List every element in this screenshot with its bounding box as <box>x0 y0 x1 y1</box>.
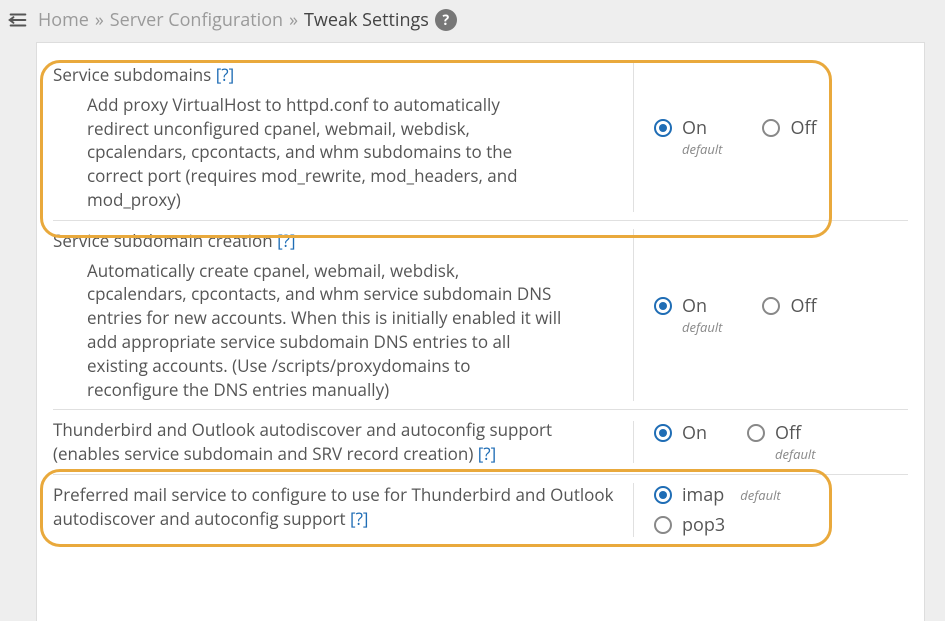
setting-title-text: Service subdomains <box>53 63 211 86</box>
radio-off-label: Off <box>790 116 816 140</box>
radio-on-label: On <box>682 116 707 140</box>
radio-off-label: Off <box>775 421 801 445</box>
option-imap: imap default <box>654 483 781 507</box>
radio-off[interactable] <box>747 424 765 442</box>
radio-on-label: On <box>682 294 707 318</box>
radio-on[interactable] <box>654 119 672 137</box>
top-bar: Home » Server Configuration » Tweak Sett… <box>0 0 945 42</box>
setting-title: Service subdomains [?] <box>53 63 620 87</box>
radio-on[interactable] <box>654 297 672 315</box>
radio-off-label: Off <box>790 294 816 318</box>
setting-row-autodiscover: Thunderbird and Outlook autodiscover and… <box>37 410 924 474</box>
setting-row-service-subdomains: Service subdomains [?] Add proxy Virtual… <box>37 55 924 220</box>
setting-text: Thunderbird and Outlook autodiscover and… <box>53 418 633 466</box>
radio-on-label: On <box>682 421 707 445</box>
setting-text: Preferred mail service to configure to u… <box>53 483 633 537</box>
default-label: default <box>740 486 780 504</box>
setting-row-subdomain-creation: Service subdomain creation [?] Automatic… <box>37 221 924 410</box>
option-off: Off default <box>747 421 815 463</box>
setting-title: Service subdomain creation [?] <box>53 229 620 253</box>
help-link-icon[interactable]: [?] <box>277 229 295 252</box>
help-icon[interactable]: ? <box>435 9 457 31</box>
setting-description: Automatically create cpanel, webmail, we… <box>53 259 563 402</box>
setting-title: Preferred mail service to configure to u… <box>53 483 620 531</box>
help-link-icon[interactable]: [?] <box>350 507 368 530</box>
option-on: On default <box>654 116 722 158</box>
help-link-icon[interactable]: [?] <box>478 442 496 465</box>
on-off-group: On default Off <box>654 294 817 336</box>
setting-text: Service subdomains [?] Add proxy Virtual… <box>53 63 633 212</box>
mail-options: imap default pop3 <box>654 483 781 537</box>
on-off-group: On Off default <box>654 421 816 463</box>
radio-pop3-label: pop3 <box>682 513 725 537</box>
option-pop3: pop3 <box>654 513 781 537</box>
breadcrumb: Home » Server Configuration » Tweak Sett… <box>38 8 457 32</box>
radio-imap-label: imap <box>682 483 724 507</box>
settings-panel: Service subdomains [?] Add proxy Virtual… <box>36 42 925 621</box>
setting-title-text: Service subdomain creation <box>53 229 273 252</box>
option-off: Off <box>762 116 816 140</box>
default-label: default <box>775 445 815 463</box>
setting-text: Service subdomain creation [?] Automatic… <box>53 229 633 402</box>
default-label: default <box>682 318 722 336</box>
setting-controls: On default Off <box>633 229 908 402</box>
breadcrumb-sep-icon: » <box>289 8 298 32</box>
menu-icon[interactable] <box>6 8 30 32</box>
option-on: On <box>654 421 707 445</box>
breadcrumb-sep-icon: » <box>95 8 104 32</box>
help-link-icon[interactable]: [?] <box>216 63 234 86</box>
default-label: default <box>682 140 722 158</box>
setting-title-text: Preferred mail service to configure to u… <box>53 483 614 530</box>
option-on: On default <box>654 294 722 336</box>
breadcrumb-tweak-settings: Tweak Settings <box>304 8 429 32</box>
setting-controls: On Off default <box>633 421 908 463</box>
breadcrumb-server-config[interactable]: Server Configuration <box>110 8 283 32</box>
radio-on[interactable] <box>654 424 672 442</box>
radio-pop3[interactable] <box>654 516 672 534</box>
radio-imap[interactable] <box>654 486 672 504</box>
on-off-group: On default Off <box>654 116 817 158</box>
setting-title: Thunderbird and Outlook autodiscover and… <box>53 418 620 466</box>
setting-controls: On default Off <box>633 63 908 212</box>
setting-description: Add proxy VirtualHost to httpd.conf to a… <box>53 93 563 212</box>
breadcrumb-home[interactable]: Home <box>38 8 89 32</box>
option-off: Off <box>762 294 816 318</box>
setting-row-preferred-mail: Preferred mail service to configure to u… <box>37 475 924 545</box>
setting-controls: imap default pop3 <box>633 483 908 537</box>
radio-off[interactable] <box>762 297 780 315</box>
radio-off[interactable] <box>762 119 780 137</box>
